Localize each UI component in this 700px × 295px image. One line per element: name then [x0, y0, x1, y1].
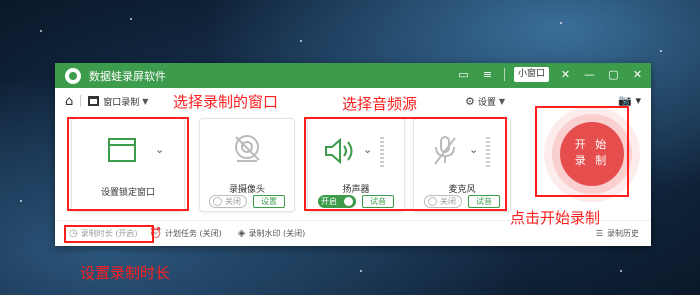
- record-history-label: 录制历史: [607, 229, 639, 238]
- toggle-knob: [213, 197, 222, 206]
- list-icon: ☰: [595, 229, 603, 238]
- mode-selector[interactable]: 窗口录制: [103, 95, 139, 108]
- annotation-start-record: 点击开始录制: [510, 209, 601, 227]
- camera-toggle-label: 关闭: [225, 197, 241, 206]
- star: [20, 200, 22, 202]
- schedule-task-label: 计划任务 (关闭): [164, 229, 222, 238]
- highlight-window-card: [67, 117, 189, 211]
- divider: [503, 68, 505, 81]
- watermark-button[interactable]: ◈ 录制水印 (关闭): [238, 228, 306, 239]
- mini-window-button[interactable]: 小窗口: [513, 67, 549, 82]
- camera-toggle[interactable]: 关闭: [209, 195, 247, 208]
- highlight-record-button: [535, 106, 629, 197]
- title-bar: 数据蛙录屏软件 ▭ ≡ 小窗口 ✕ — ▢ ✕: [55, 63, 651, 88]
- annotation-select-audio: 选择音频源: [342, 95, 418, 113]
- annotation-set-duration: 设置录制时长: [80, 264, 171, 282]
- menu-icon[interactable]: ≡: [480, 67, 495, 82]
- star: [660, 50, 662, 52]
- watermark-label: 录制水印 (关闭): [248, 229, 306, 238]
- highlight-duration: [64, 225, 154, 243]
- star: [620, 270, 622, 272]
- camera-settings-button[interactable]: 设置: [253, 195, 285, 208]
- window-icon: [88, 96, 100, 106]
- divider: [80, 95, 82, 107]
- camera-label: 录摄像头: [228, 185, 265, 195]
- gear-icon[interactable]: ⚙: [465, 95, 475, 108]
- maximize-icon[interactable]: ▢: [606, 67, 621, 82]
- record-history-button[interactable]: ☰ 录制历史: [596, 228, 639, 239]
- chevron-down-icon[interactable]: ▼: [142, 97, 148, 106]
- star: [360, 270, 362, 272]
- close-icon[interactable]: ✕: [630, 67, 645, 82]
- app-title: 数据蛙录屏软件: [89, 69, 166, 83]
- pin-icon[interactable]: ✕: [558, 67, 573, 82]
- chevron-down-icon[interactable]: ▼: [499, 97, 505, 106]
- star: [130, 18, 132, 20]
- chat-icon[interactable]: ▭: [456, 67, 471, 82]
- schedule-task-button[interactable]: ⏰ 计划任务 (关闭): [150, 228, 222, 239]
- home-icon[interactable]: ⌂: [65, 94, 73, 109]
- minimize-icon[interactable]: —: [582, 67, 597, 82]
- star: [300, 40, 302, 42]
- highlight-audio-cards: [304, 117, 507, 211]
- webcam-off-icon: [235, 135, 260, 162]
- camera-card: 录摄像头 关闭 设置: [199, 118, 295, 212]
- annotation-select-window: 选择录制的窗口: [173, 93, 279, 111]
- star: [40, 30, 42, 32]
- app-logo-icon: [65, 67, 81, 84]
- watermark-drop-icon: ◈: [237, 228, 246, 239]
- settings-button[interactable]: 设置: [478, 95, 496, 108]
- star: [560, 22, 562, 24]
